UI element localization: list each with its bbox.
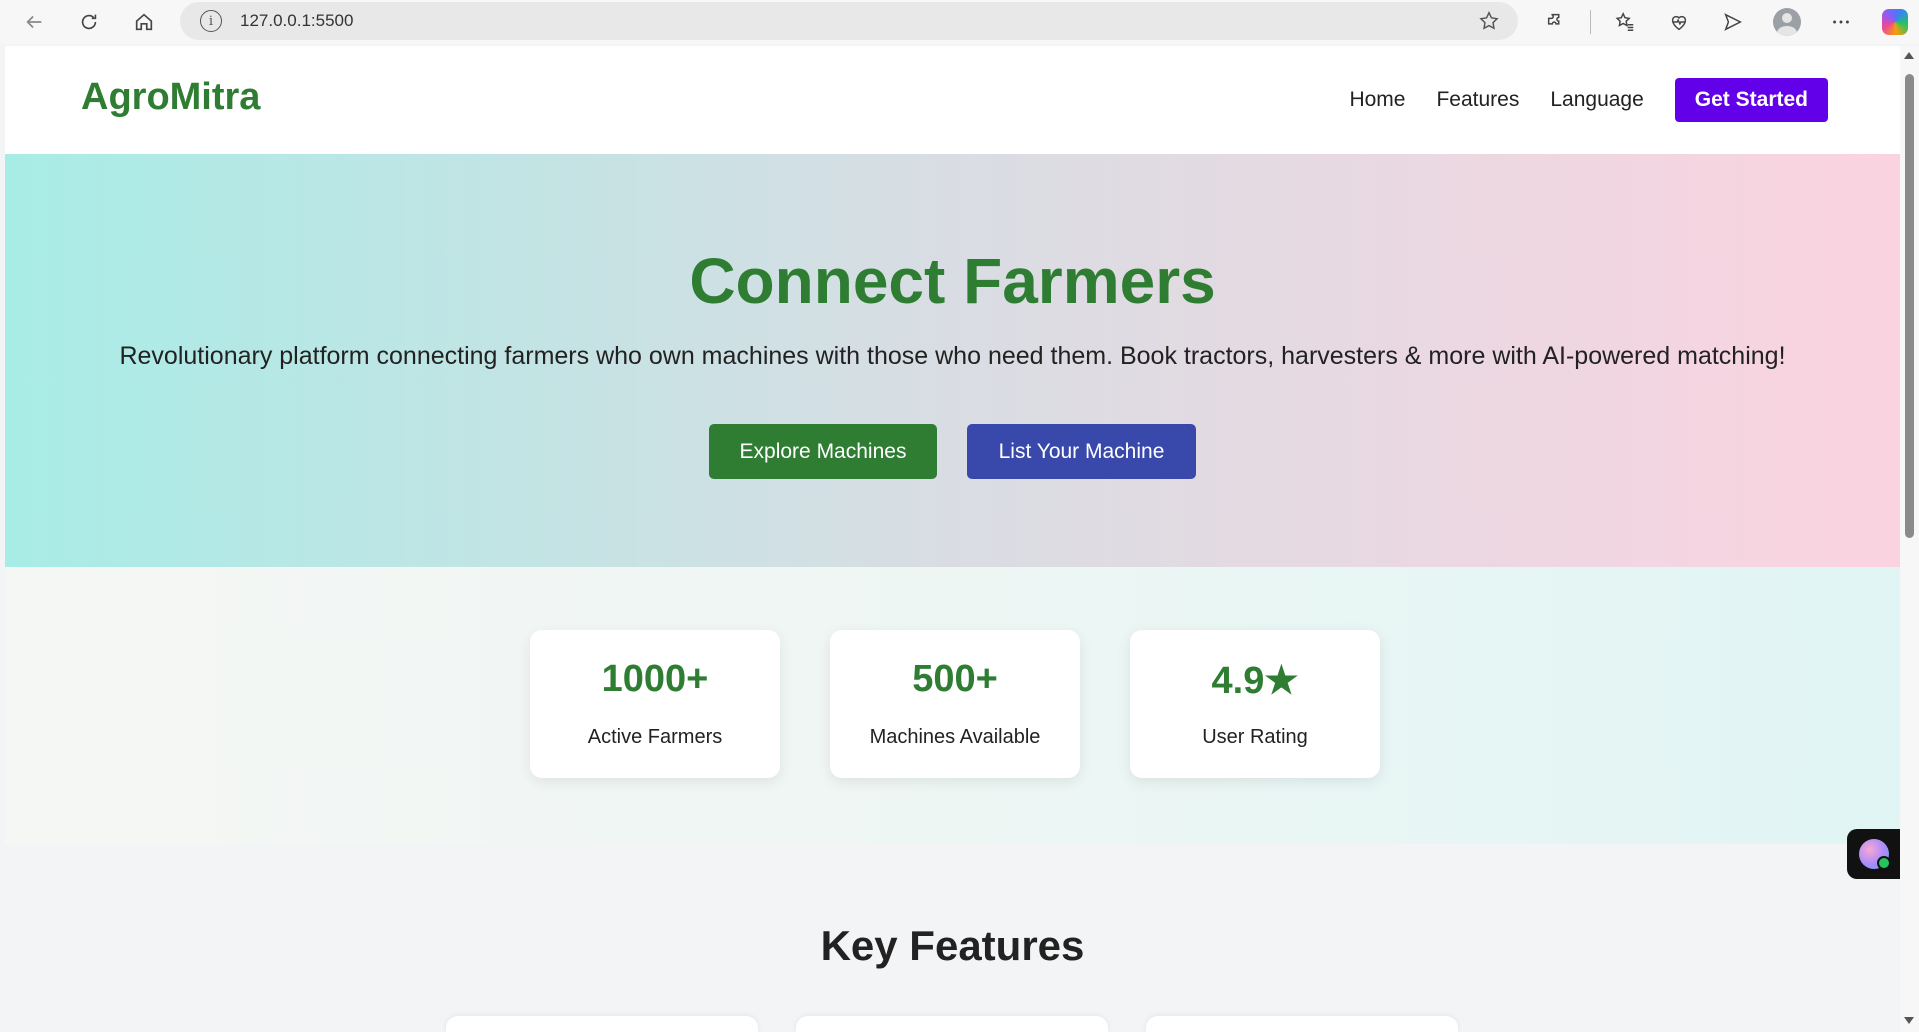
profile-avatar[interactable] xyxy=(1767,2,1807,42)
stat-value: 500+ xyxy=(912,658,998,700)
stat-label: Machines Available xyxy=(869,726,1041,748)
extensions-icon[interactable] xyxy=(1536,2,1576,42)
feature-card xyxy=(1146,1016,1458,1032)
site-logo[interactable]: AgroMitra xyxy=(81,76,260,119)
nav-link-features[interactable]: Features xyxy=(1436,88,1519,112)
favorite-star-icon[interactable] xyxy=(1478,10,1500,37)
feature-card xyxy=(796,1016,1108,1032)
features-section: Key Features xyxy=(5,844,1900,1032)
stat-card-rating: 4.9★ User Rating xyxy=(1130,630,1380,778)
main-nav: Home Features Language Get Started xyxy=(1349,78,1828,122)
more-menu-icon[interactable] xyxy=(1821,2,1861,42)
stat-label: User Rating xyxy=(1202,726,1308,748)
back-icon[interactable] xyxy=(14,2,54,42)
assistant-orb-icon xyxy=(1858,839,1891,870)
page-viewport: AgroMitra Home Features Language Get Sta… xyxy=(5,46,1900,1032)
page-scrollbar[interactable] xyxy=(1900,46,1919,1032)
address-bar[interactable]: i 127.0.0.1:5500 xyxy=(180,2,1518,40)
copilot-icon[interactable] xyxy=(1875,2,1915,42)
site-header: AgroMitra Home Features Language Get Sta… xyxy=(5,46,1900,154)
browser-toolbar: i 127.0.0.1:5500 xyxy=(0,0,1919,44)
info-icon[interactable]: i xyxy=(200,10,222,32)
scroll-down-arrow-icon[interactable] xyxy=(1904,1017,1914,1024)
refresh-icon[interactable] xyxy=(69,2,109,42)
get-started-button[interactable]: Get Started xyxy=(1674,78,1828,122)
stat-label: Active Farmers xyxy=(587,726,723,748)
stat-card-machines: 500+ Machines Available xyxy=(830,630,1080,778)
explore-machines-button[interactable]: Explore Machines xyxy=(709,424,937,479)
scrollbar-thumb[interactable] xyxy=(1905,74,1914,538)
features-title: Key Features xyxy=(820,922,1085,969)
hero-subtitle: Revolutionary platform connecting farmer… xyxy=(119,342,1786,370)
stat-value: 4.9★ xyxy=(1211,660,1299,702)
chat-widget-button[interactable] xyxy=(1847,829,1900,879)
hero-buttons: Explore Machines List Your Machine xyxy=(5,424,1900,479)
home-icon[interactable] xyxy=(124,2,164,42)
hero-section: Connect Farmers Revolutionary platform c… xyxy=(5,154,1900,567)
share-icon[interactable] xyxy=(1713,2,1753,42)
stat-card-farmers: 1000+ Active Farmers xyxy=(530,630,780,778)
toolbar-divider xyxy=(1590,10,1591,34)
health-icon[interactable] xyxy=(1659,2,1699,42)
scroll-up-arrow-icon[interactable] xyxy=(1904,52,1914,59)
feature-card xyxy=(446,1016,758,1032)
favorites-icon[interactable] xyxy=(1605,2,1645,42)
stats-section: 1000+ Active Farmers 500+ Machines Avail… xyxy=(5,567,1900,844)
hero-title: Connect Farmers xyxy=(689,245,1216,317)
list-machine-button[interactable]: List Your Machine xyxy=(967,424,1196,479)
nav-link-language[interactable]: Language xyxy=(1550,88,1643,112)
nav-link-home[interactable]: Home xyxy=(1349,88,1405,112)
stat-value: 1000+ xyxy=(601,658,709,700)
url-text[interactable]: 127.0.0.1:5500 xyxy=(240,11,353,31)
